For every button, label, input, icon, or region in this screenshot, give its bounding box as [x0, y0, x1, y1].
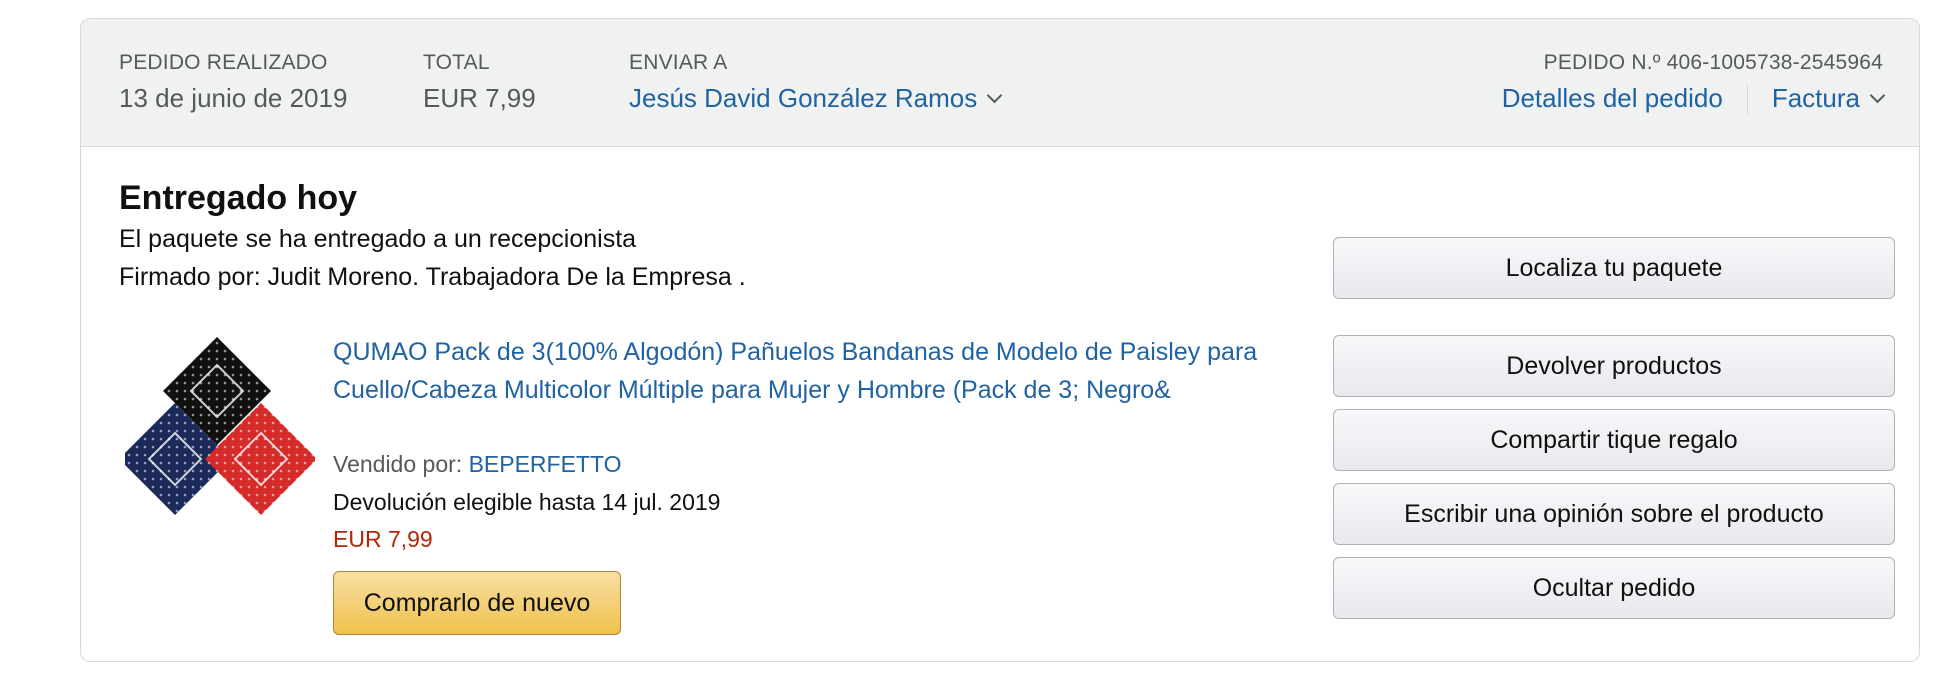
order-number-label: PEDIDO N.º 406-1005738-2545964 [1543, 51, 1883, 74]
invoice-link[interactable]: Factura [1771, 83, 1886, 114]
delivery-signature: Firmado por: Judit Moreno. Trabajadora D… [119, 263, 746, 291]
order-placed-date: 13 de junio de 2019 [119, 83, 348, 113]
ship-to-recipient-name: Jesús David González Ramos [629, 83, 978, 113]
order-total-label: TOTAL [423, 51, 490, 74]
archive-order-button[interactable]: Ocultar pedido [1333, 557, 1895, 619]
order-number: PEDIDO N.º 406-1005738-2545964 Detalles … [1502, 51, 1886, 114]
buy-again-button[interactable]: Comprarlo de nuevo [333, 571, 621, 635]
delivery-status: Entregado hoy [119, 179, 358, 217]
order-placed: PEDIDO REALIZADO 13 de junio de 2019 [119, 51, 347, 114]
ship-to-recipient-link[interactable]: Jesús David González Ramos [629, 83, 1003, 114]
ship-to: ENVIAR A Jesús David González Ramos [629, 51, 1003, 114]
delivery-detail: El paquete se ha entregado a un recepcio… [119, 225, 637, 253]
order-card: PEDIDO REALIZADO 13 de junio de 2019 TOT… [80, 18, 1920, 662]
order-total: TOTAL EUR 7,99 [423, 51, 536, 114]
invoice-label: Factura [1771, 83, 1860, 113]
product-title-link[interactable]: QUMAO Pack de 3(100% Algodón) Pañuelos B… [333, 333, 1273, 409]
order-total-value: EUR 7,99 [423, 83, 536, 113]
return-eligibility: Devolución elegible hasta 14 jul. 2019 [333, 489, 721, 515]
chevron-down-icon [986, 87, 1003, 104]
order-header: PEDIDO REALIZADO 13 de junio de 2019 TOT… [81, 19, 1919, 147]
chevron-down-icon [1869, 87, 1886, 104]
order-placed-label: PEDIDO REALIZADO [119, 51, 328, 74]
order-links: Detalles del pedido Factura [1502, 83, 1886, 114]
ship-to-label: ENVIAR A [629, 51, 728, 74]
seller-link[interactable]: BEPERFETTO [469, 451, 622, 477]
link-divider [1746, 83, 1748, 114]
item-price: EUR 7,99 [333, 526, 433, 552]
return-items-button[interactable]: Devolver productos [1333, 335, 1895, 397]
sold-by-label: Vendido por: [333, 451, 463, 477]
order-details-link[interactable]: Detalles del pedido [1502, 83, 1723, 114]
track-package-button[interactable]: Localiza tu paquete [1333, 237, 1895, 299]
bandana-pack-image [119, 337, 317, 515]
write-review-button[interactable]: Escribir una opinión sobre el producto [1333, 483, 1895, 545]
product-image[interactable] [119, 331, 317, 521]
sold-by: Vendido por: BEPERFETTO [333, 451, 622, 478]
share-gift-receipt-button[interactable]: Compartir tique regalo [1333, 409, 1895, 471]
